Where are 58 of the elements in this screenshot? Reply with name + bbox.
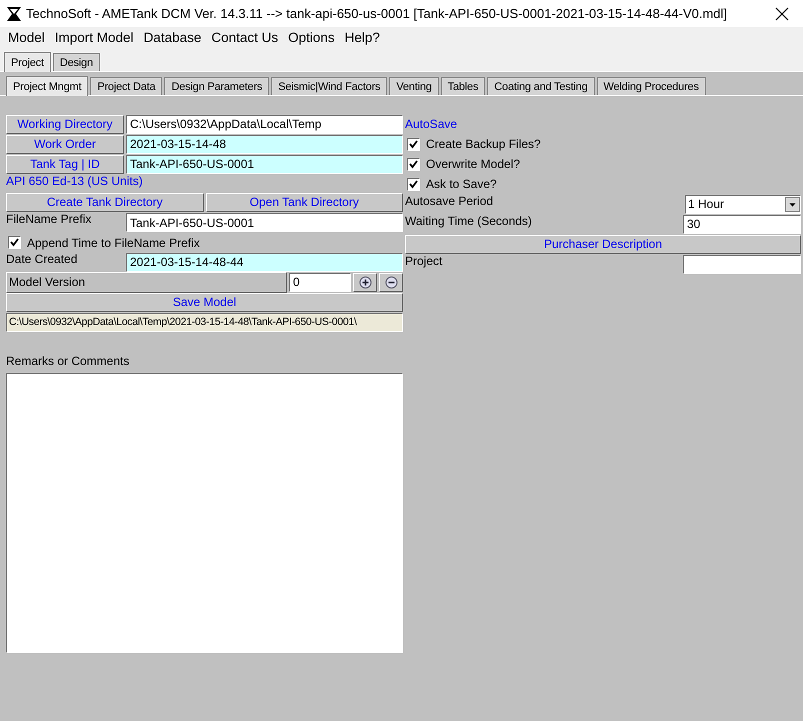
app-logo-icon bbox=[6, 6, 22, 22]
tab[interactable]: Project bbox=[4, 52, 51, 72]
text-field[interactable]: 2021-03-15-14-48 bbox=[126, 134, 403, 154]
menu-item[interactable]: Help? bbox=[340, 30, 385, 45]
text-field[interactable]: 2021-03-15-14-48-44 bbox=[126, 252, 403, 272]
save-path-field: C:\Users\0932\AppData\Local\Temp\2021-03-15-14-48\Tank-API-650-US-0001\ bbox=[6, 312, 403, 332]
field-label: Waiting Time (Seconds) bbox=[405, 214, 533, 228]
text-field[interactable]: C:\Users\0932\AppData\Local\Temp bbox=[126, 114, 403, 134]
menu-item[interactable]: Model bbox=[3, 30, 50, 45]
remarks-label: Remarks or Comments bbox=[6, 354, 130, 368]
remarks-field[interactable] bbox=[6, 373, 403, 653]
field-label: FileName Prefix bbox=[6, 212, 92, 226]
window-title: TechnoSoft - AMETank DCM Ver. 14.3.11 --> tank-api-650-us-0001 [Tank-API-650-US-0001-2021-03-15-14-48-44-V0.mdl] bbox=[26, 6, 728, 21]
directory-button[interactable]: Open Tank Directory bbox=[206, 192, 403, 212]
tab[interactable]: Project Mngmt bbox=[6, 76, 88, 96]
text-field[interactable]: 30 bbox=[683, 214, 801, 234]
directory-button[interactable]: Tank Tag | ID bbox=[6, 154, 124, 174]
purchaser-button[interactable]: Purchaser Description bbox=[405, 234, 801, 254]
code-label: API 650 Ed-13 (US Units) bbox=[6, 174, 143, 188]
model-version-label: Model Version bbox=[6, 272, 287, 292]
decrement-button[interactable] bbox=[379, 272, 403, 292]
version-field[interactable]: 0 bbox=[289, 272, 351, 292]
field-label: Project bbox=[405, 254, 444, 268]
plus-icon bbox=[358, 276, 372, 288]
directory-button[interactable]: Working Directory bbox=[6, 114, 124, 134]
tab[interactable]: Project Data bbox=[90, 77, 162, 95]
menu-item[interactable]: Database bbox=[138, 30, 206, 45]
text-field[interactable]: Tank-API-650-US-0001 bbox=[126, 154, 403, 174]
tab[interactable]: Design Parameters bbox=[164, 77, 270, 95]
checkbox-label: Ask to Save? bbox=[426, 177, 497, 191]
autosave-heading: AutoSave bbox=[405, 117, 458, 131]
checkbox[interactable] bbox=[407, 158, 420, 170]
directory-button[interactable]: Work Order bbox=[6, 134, 124, 154]
tab[interactable]: Tables bbox=[440, 77, 486, 95]
tab[interactable]: Design bbox=[52, 53, 100, 71]
checkbox[interactable] bbox=[8, 236, 21, 249]
field-label: Date Created bbox=[6, 252, 78, 266]
menu-item[interactable]: Contact Us bbox=[206, 30, 284, 45]
increment-button[interactable] bbox=[353, 272, 377, 292]
save-button[interactable]: Save Model bbox=[6, 292, 403, 312]
checkbox-label: Overwrite Model? bbox=[426, 157, 520, 171]
checkbox-label: Append Time to FileName Prefix bbox=[27, 236, 200, 250]
tab[interactable]: Coating and Testing bbox=[487, 77, 595, 95]
field-label: Autosave Period bbox=[405, 194, 494, 208]
text-field[interactable] bbox=[683, 254, 801, 274]
tab[interactable]: Venting bbox=[389, 77, 439, 95]
checkbox[interactable] bbox=[407, 178, 420, 190]
period-dropdown[interactable]: 1 Hour bbox=[685, 194, 801, 214]
tab[interactable]: Welding Procedures bbox=[596, 77, 706, 95]
menu-item[interactable]: Options bbox=[283, 30, 340, 45]
directory-button[interactable]: Create Tank Directory bbox=[6, 192, 204, 212]
menu-item[interactable]: Import Model bbox=[50, 30, 139, 45]
close-icon[interactable] bbox=[775, 6, 789, 20]
text-field[interactable]: Tank-API-650-US-0001 bbox=[126, 213, 403, 232]
checkbox-label: Create Backup Files? bbox=[426, 137, 541, 151]
checkbox[interactable] bbox=[407, 138, 420, 150]
minus-icon bbox=[384, 276, 398, 288]
tab[interactable]: Seismic|Wind Factors bbox=[271, 77, 388, 95]
